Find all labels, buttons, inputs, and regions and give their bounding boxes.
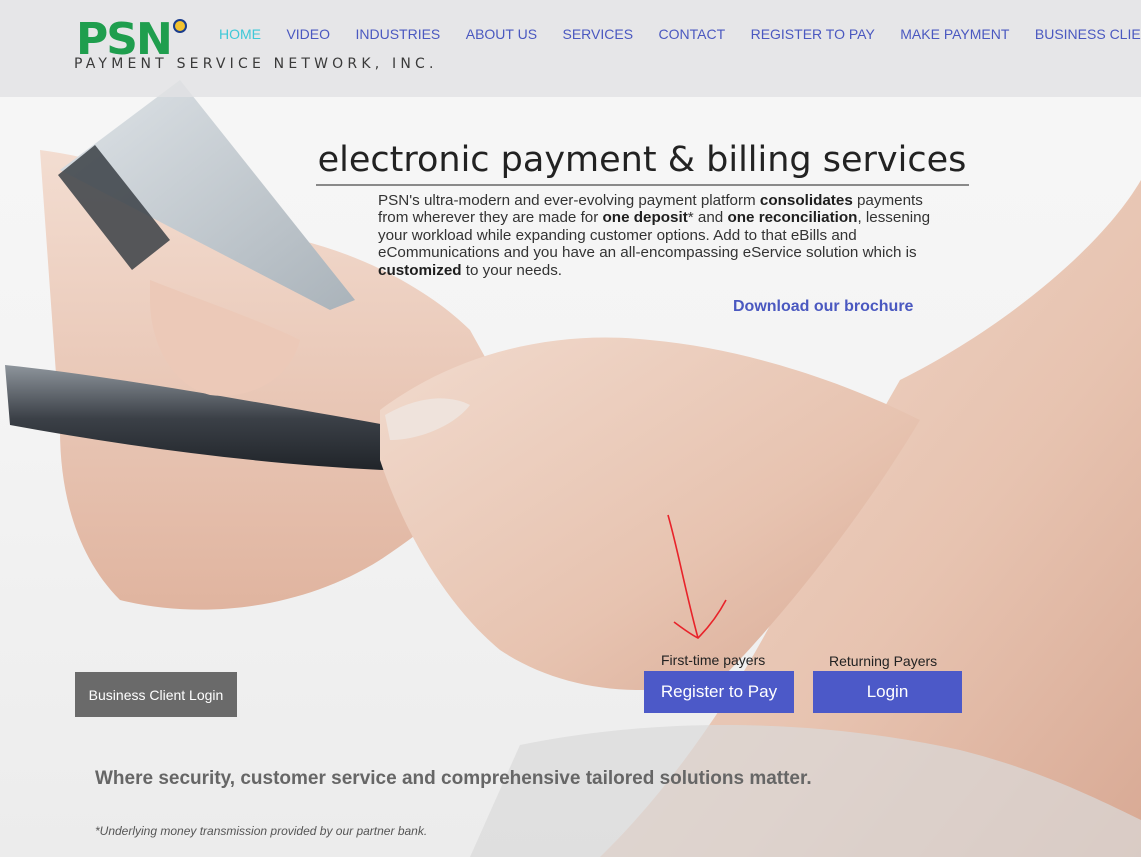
nav-home[interactable]: HOME bbox=[219, 26, 261, 42]
nav-business-clients[interactable]: BUSINESS CLIENTS bbox=[1035, 26, 1141, 42]
nav-register-to-pay[interactable]: REGISTER TO PAY bbox=[751, 26, 875, 42]
register-to-pay-button[interactable]: Register to Pay bbox=[644, 671, 794, 713]
intro-text-1: PSN's ultra-modern and ever-evolving pay… bbox=[378, 192, 760, 209]
business-client-login-button[interactable]: Business Client Login bbox=[75, 672, 237, 717]
intro-paragraph: PSN's ultra-modern and ever-evolving pay… bbox=[378, 192, 940, 279]
download-brochure-link[interactable]: Download our brochure bbox=[733, 298, 913, 316]
main-nav: HOME VIDEO INDUSTRIES ABOUT US SERVICES … bbox=[219, 26, 1141, 44]
first-time-payers-caption: First-time payers bbox=[661, 652, 766, 668]
hero-background-photo bbox=[0, 0, 1141, 857]
intro-bold-2: one deposit bbox=[602, 209, 688, 227]
login-button[interactable]: Login bbox=[813, 671, 962, 713]
psn-logo-mark: PSN bbox=[76, 16, 187, 58]
nav-make-payment[interactable]: MAKE PAYMENT bbox=[900, 26, 1009, 42]
logo-subtitle: PAYMENT SERVICE NETWORK, INC. bbox=[74, 56, 438, 72]
tagline: Where security, customer service and com… bbox=[95, 768, 812, 789]
nav-industries[interactable]: INDUSTRIES bbox=[355, 26, 440, 42]
intro-bold-1: consolidates bbox=[759, 192, 853, 209]
nav-video[interactable]: VIDEO bbox=[286, 26, 330, 42]
footnote: *Underlying money transmission provided … bbox=[95, 824, 428, 838]
nav-services[interactable]: SERVICES bbox=[563, 26, 634, 42]
intro-text-5: to your needs. bbox=[461, 261, 563, 279]
intro-bold-3: one reconciliation bbox=[727, 209, 858, 227]
page-title: electronic payment & billing services bbox=[317, 140, 967, 180]
returning-payers-caption: Returning Payers bbox=[829, 653, 938, 669]
intro-bold-4: customized bbox=[378, 261, 462, 279]
svg-text:PSN: PSN bbox=[76, 16, 171, 58]
title-divider bbox=[316, 184, 969, 186]
red-arrow-annotation bbox=[667, 514, 727, 639]
intro-text-3: * and bbox=[687, 209, 728, 227]
nav-contact[interactable]: CONTACT bbox=[659, 26, 726, 42]
nav-about-us[interactable]: ABOUT US bbox=[466, 26, 537, 42]
logo[interactable]: PSN PAYMENT SERVICE NETWORK, INC. bbox=[74, 16, 474, 76]
